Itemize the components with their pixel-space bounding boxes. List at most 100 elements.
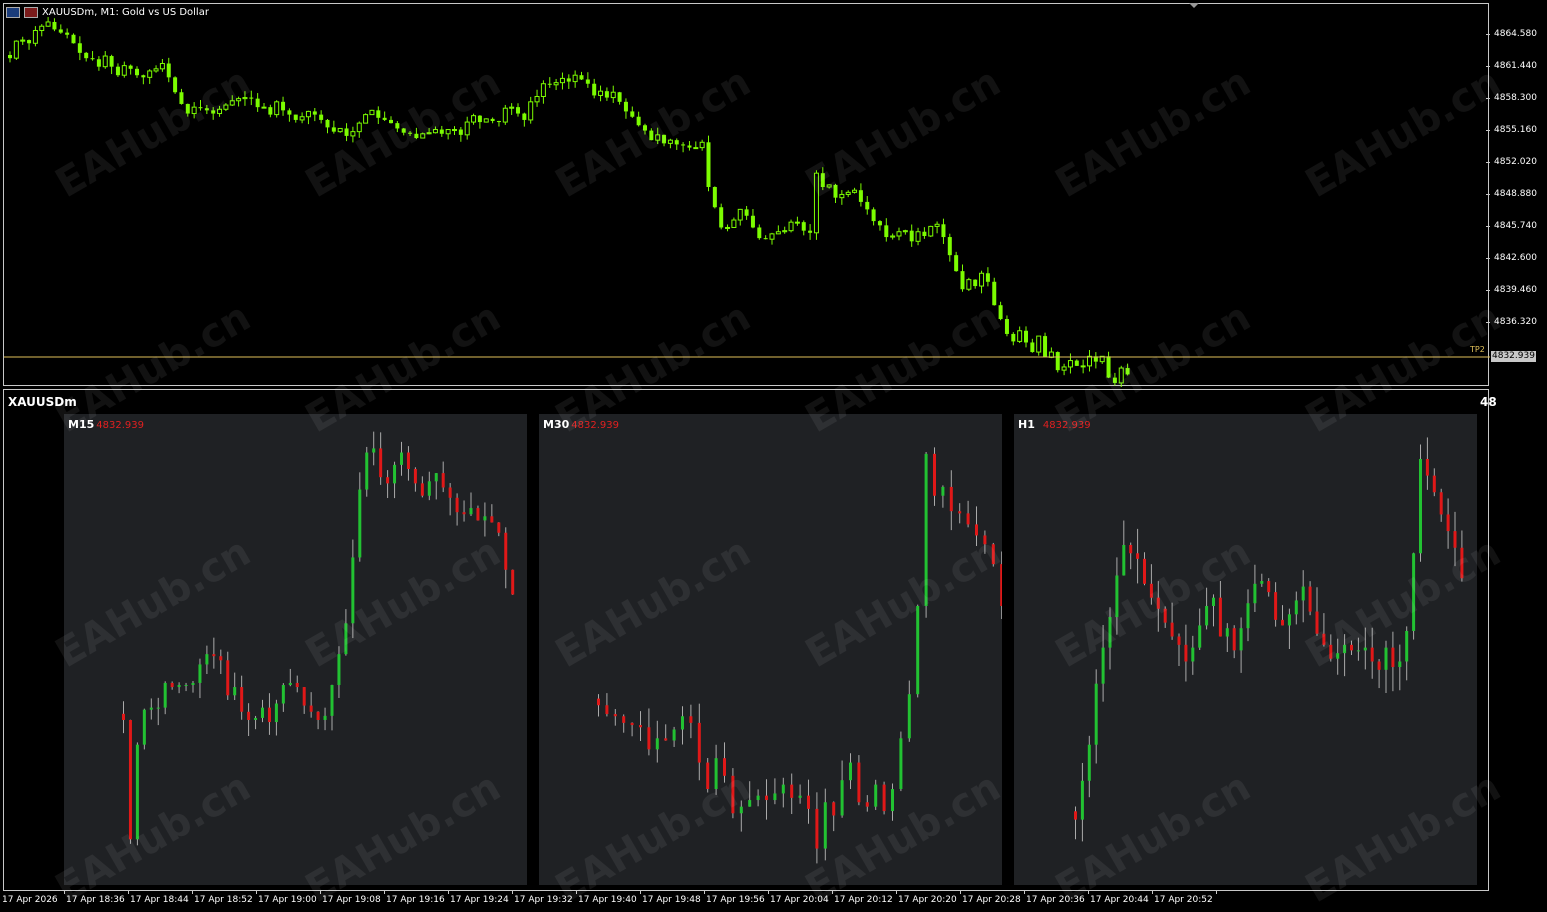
main-chart[interactable] xyxy=(3,3,1490,387)
candle-48 xyxy=(312,108,317,122)
candle-128 xyxy=(820,167,825,191)
candle-130 xyxy=(833,183,838,204)
candle-3 xyxy=(142,708,146,750)
candle-12 xyxy=(697,703,701,781)
candle-94 xyxy=(604,87,609,101)
candle-75 xyxy=(483,118,489,123)
candle-77 xyxy=(496,120,501,127)
candle-49 xyxy=(1412,552,1416,640)
candle-10 xyxy=(71,33,76,44)
candle-79 xyxy=(509,103,515,115)
m30-candles xyxy=(597,447,1002,864)
candle-39 xyxy=(1343,634,1347,677)
candle-11 xyxy=(198,658,202,699)
candle-1 xyxy=(1080,762,1084,842)
candle-135 xyxy=(865,196,870,215)
candle-12 xyxy=(205,645,209,674)
candle-20 xyxy=(1212,594,1215,627)
candle-1 xyxy=(13,40,19,60)
candle-42 xyxy=(949,470,953,531)
candle-47 xyxy=(305,110,311,125)
candle-20 xyxy=(261,699,264,723)
candle-50 xyxy=(1419,444,1422,562)
candle-140 xyxy=(896,227,902,241)
candle-81 xyxy=(522,112,527,127)
candle-30 xyxy=(1281,605,1284,626)
candle-38 xyxy=(916,604,920,698)
time-tick-mark-1 xyxy=(128,890,129,894)
candle-9 xyxy=(672,726,676,747)
time-tick-16: 17 Apr 20:36 xyxy=(1026,895,1085,905)
candle-42 xyxy=(274,100,280,118)
candle-161 xyxy=(1030,338,1035,353)
candle-23 xyxy=(153,65,159,73)
candle-52 xyxy=(337,127,343,133)
time-tick-mark-7 xyxy=(512,890,513,894)
candle-61 xyxy=(395,121,400,133)
candle-27 xyxy=(179,88,184,105)
candle-36 xyxy=(236,96,242,107)
candle-141 xyxy=(902,229,908,235)
candle-59 xyxy=(382,111,387,122)
candle-110 xyxy=(706,135,711,192)
candle-35 xyxy=(365,446,369,497)
candle-13 xyxy=(90,51,95,61)
candle-45 xyxy=(293,114,298,123)
candle-0 xyxy=(8,51,12,63)
candle-21 xyxy=(141,74,146,85)
candle-142 xyxy=(909,224,914,247)
candle-54 xyxy=(350,126,356,143)
m15-label: M15 4832.939 xyxy=(68,418,144,431)
symbol-title: XAUUSDm, M1: Gold vs US Dollar xyxy=(42,7,209,18)
candle-37 xyxy=(907,680,911,742)
candle-126 xyxy=(808,224,813,240)
candle-54 xyxy=(1446,498,1450,549)
candle-50 xyxy=(325,118,330,134)
chart-menu-icon[interactable] xyxy=(6,7,20,18)
candle-82 xyxy=(528,96,534,124)
candle-18 xyxy=(748,781,752,807)
candle-63 xyxy=(408,130,413,136)
m30-chart[interactable] xyxy=(539,414,1002,885)
candle-8 xyxy=(664,724,668,741)
candle-27 xyxy=(309,692,313,718)
candle-43 xyxy=(281,96,286,116)
candle-40 xyxy=(400,441,403,476)
candle-37 xyxy=(379,432,383,485)
m15-price: 4832.939 xyxy=(96,420,144,431)
candle-109 xyxy=(699,139,705,151)
candle-31 xyxy=(204,104,209,115)
candle-49 xyxy=(462,500,466,522)
candle-14 xyxy=(714,744,718,795)
candle-25 xyxy=(1246,589,1250,642)
price-tick-mark-9 xyxy=(1486,322,1490,323)
candle-34 xyxy=(882,781,886,815)
candle-83 xyxy=(534,89,540,107)
candle-5 xyxy=(39,24,45,37)
candle-39 xyxy=(924,451,928,618)
m15-chart[interactable] xyxy=(64,414,527,885)
candle-169 xyxy=(1080,359,1086,374)
candle-4 xyxy=(1101,624,1105,702)
candle-1 xyxy=(605,693,609,717)
candle-10 xyxy=(1143,552,1146,586)
candle-15 xyxy=(1177,633,1181,666)
candle-90 xyxy=(579,71,584,81)
time-tick-14: 17 Apr 20:20 xyxy=(898,895,957,905)
scroll-marker-icon[interactable] xyxy=(1189,3,1199,8)
price-tick-6: 4845.740 xyxy=(1494,221,1537,231)
candle-100 xyxy=(643,123,647,135)
candle-151 xyxy=(966,277,972,292)
candle-16 xyxy=(233,672,237,701)
candle-51 xyxy=(331,120,336,134)
candle-22 xyxy=(274,699,278,736)
h1-chart[interactable] xyxy=(1014,414,1477,885)
chart-type-icon[interactable] xyxy=(24,7,38,18)
candle-35 xyxy=(891,783,894,821)
candle-9 xyxy=(65,28,70,39)
candle-21 xyxy=(773,778,777,805)
time-tick-0: 17 Apr 2026 xyxy=(2,895,58,905)
price-tick-mark-3 xyxy=(1486,130,1490,131)
time-tick-13: 17 Apr 20:12 xyxy=(834,895,893,905)
price-tick-mark-0 xyxy=(1486,34,1490,35)
